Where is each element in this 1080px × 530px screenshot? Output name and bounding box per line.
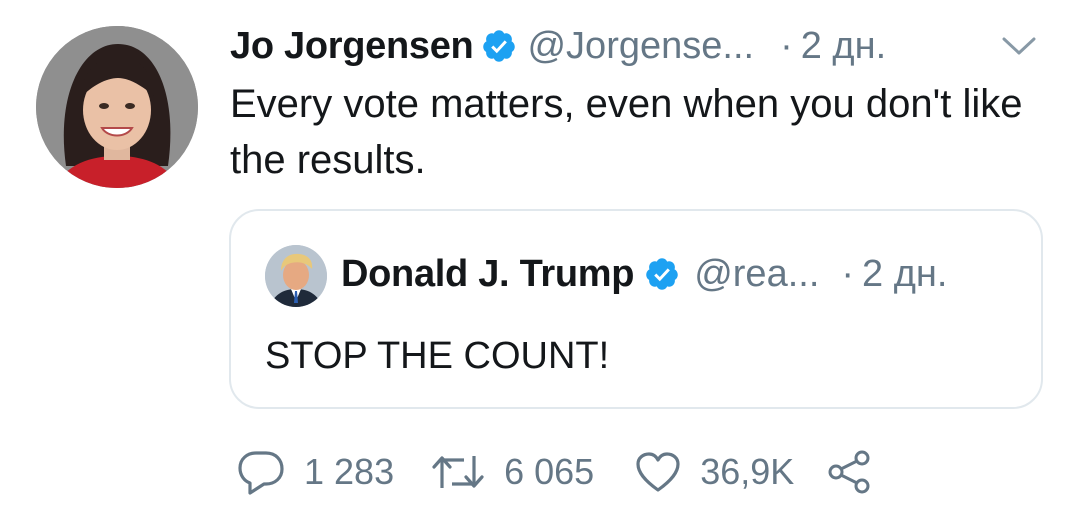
quoted-author-avatar (265, 245, 327, 307)
verified-badge-icon (481, 28, 517, 64)
tweet-text: Every vote matters, even when you don't … (230, 82, 1023, 182)
quoted-tweet-timestamp: 2 дн. (862, 252, 948, 295)
share-button[interactable] (826, 449, 874, 495)
quoted-tweet-header: Donald J. Trump @rea... · 2 дн. (341, 247, 947, 301)
author-name[interactable]: Jo Jorgensen (230, 25, 474, 68)
share-icon (826, 449, 874, 495)
like-button[interactable]: 36,9K (634, 450, 794, 494)
retweet-icon (430, 450, 486, 494)
quoted-tweet-text: STOP THE COUNT! (265, 335, 610, 377)
quoted-author-handle: @rea... (694, 252, 820, 295)
author-handle[interactable]: @Jorgense... (527, 25, 754, 68)
author-avatar[interactable] (36, 26, 198, 188)
quoted-author-name: Donald J. Trump (341, 252, 635, 295)
tweet-timestamp[interactable]: 2 дн. (801, 25, 886, 68)
quoted-tweet-card[interactable]: Donald J. Trump @rea... · 2 дн. STOP THE… (229, 209, 1043, 409)
tweet-header: Jo Jorgensen @Jorgense... · 2 дн. (230, 18, 886, 74)
reply-count: 1 283 (304, 451, 395, 492)
like-count: 36,9K (700, 451, 795, 492)
verified-badge-icon (644, 256, 680, 292)
separator-dot: · (780, 24, 793, 67)
retweet-button[interactable]: 6 065 (430, 450, 594, 494)
separator-dot: · (841, 252, 855, 295)
reply-icon (236, 448, 286, 496)
heart-icon (634, 450, 682, 494)
tweet-actions-bar: 1 283 6 065 36,9K (236, 446, 874, 498)
chevron-down-icon[interactable] (998, 30, 1040, 60)
retweet-count: 6 065 (504, 451, 595, 492)
reply-button[interactable]: 1 283 (236, 448, 394, 496)
